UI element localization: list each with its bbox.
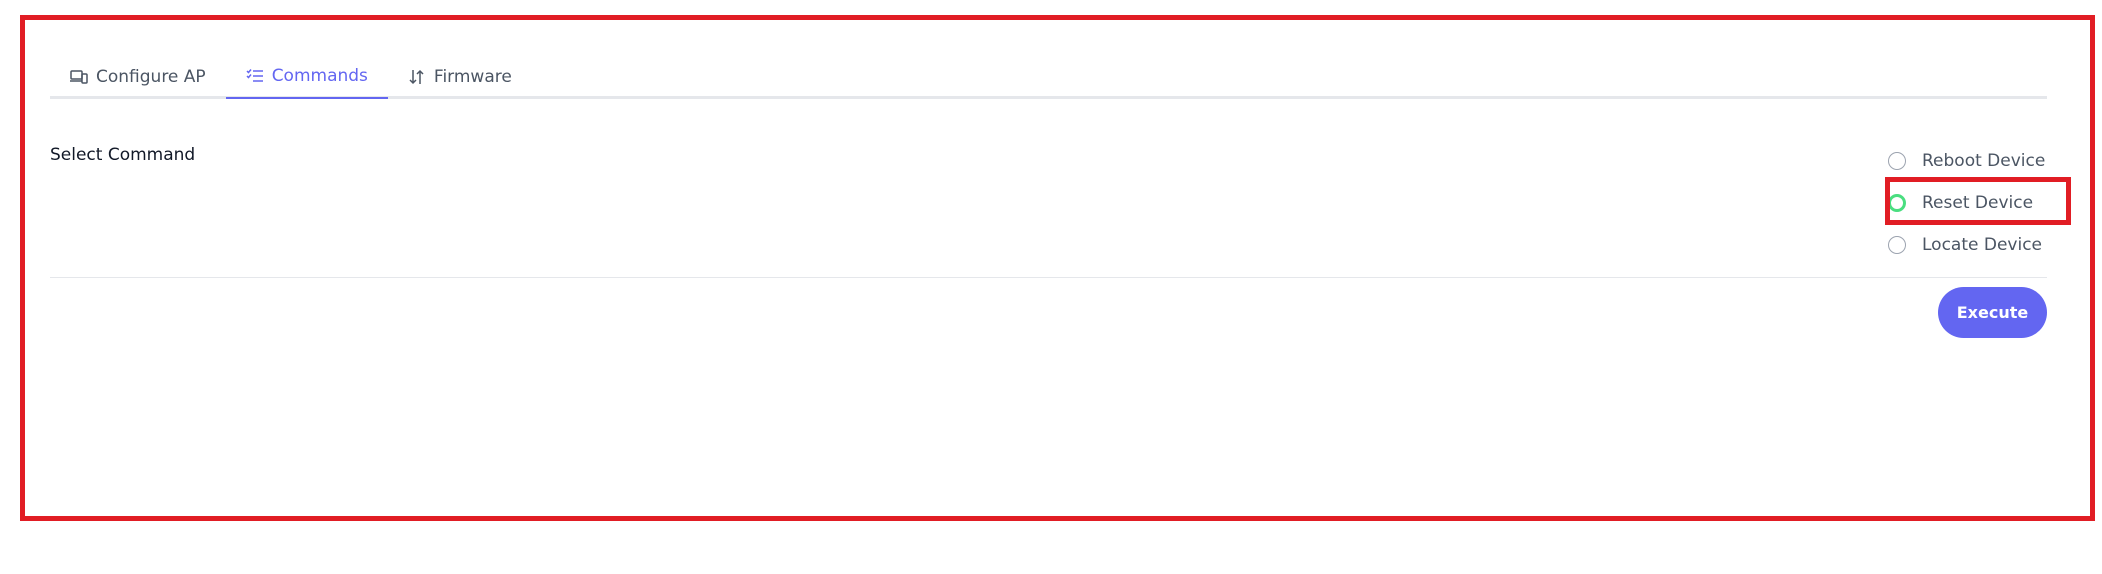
radio-label: Locate Device [1922,235,2043,255]
radio-button[interactable] [1888,152,1906,170]
tab-commands[interactable]: Commands [225,54,388,99]
execute-button[interactable]: Execute [1938,287,2047,338]
tab-label: Configure AP [96,66,206,87]
tab-firmware[interactable]: Firmware [388,54,532,99]
checklist-icon [246,67,264,85]
sort-arrows-icon [408,68,426,86]
tab-configure-ap[interactable]: Configure AP [50,54,226,99]
radio-reboot-device[interactable]: Reboot Device [1888,147,2068,175]
radio-label: Reboot Device [1922,151,2046,171]
divider [50,277,2047,278]
tab-label: Commands [271,65,368,86]
highlight-box [1885,177,2071,225]
radio-button[interactable] [1888,236,1906,254]
radio-locate-device[interactable]: Locate Device [1888,231,2068,259]
select-command-label: Select Command [50,145,196,165]
tab-label: Firmware [433,66,512,87]
tab-bar: Configure AP Commands Firmware [50,54,2047,99]
devices-icon [70,68,88,86]
